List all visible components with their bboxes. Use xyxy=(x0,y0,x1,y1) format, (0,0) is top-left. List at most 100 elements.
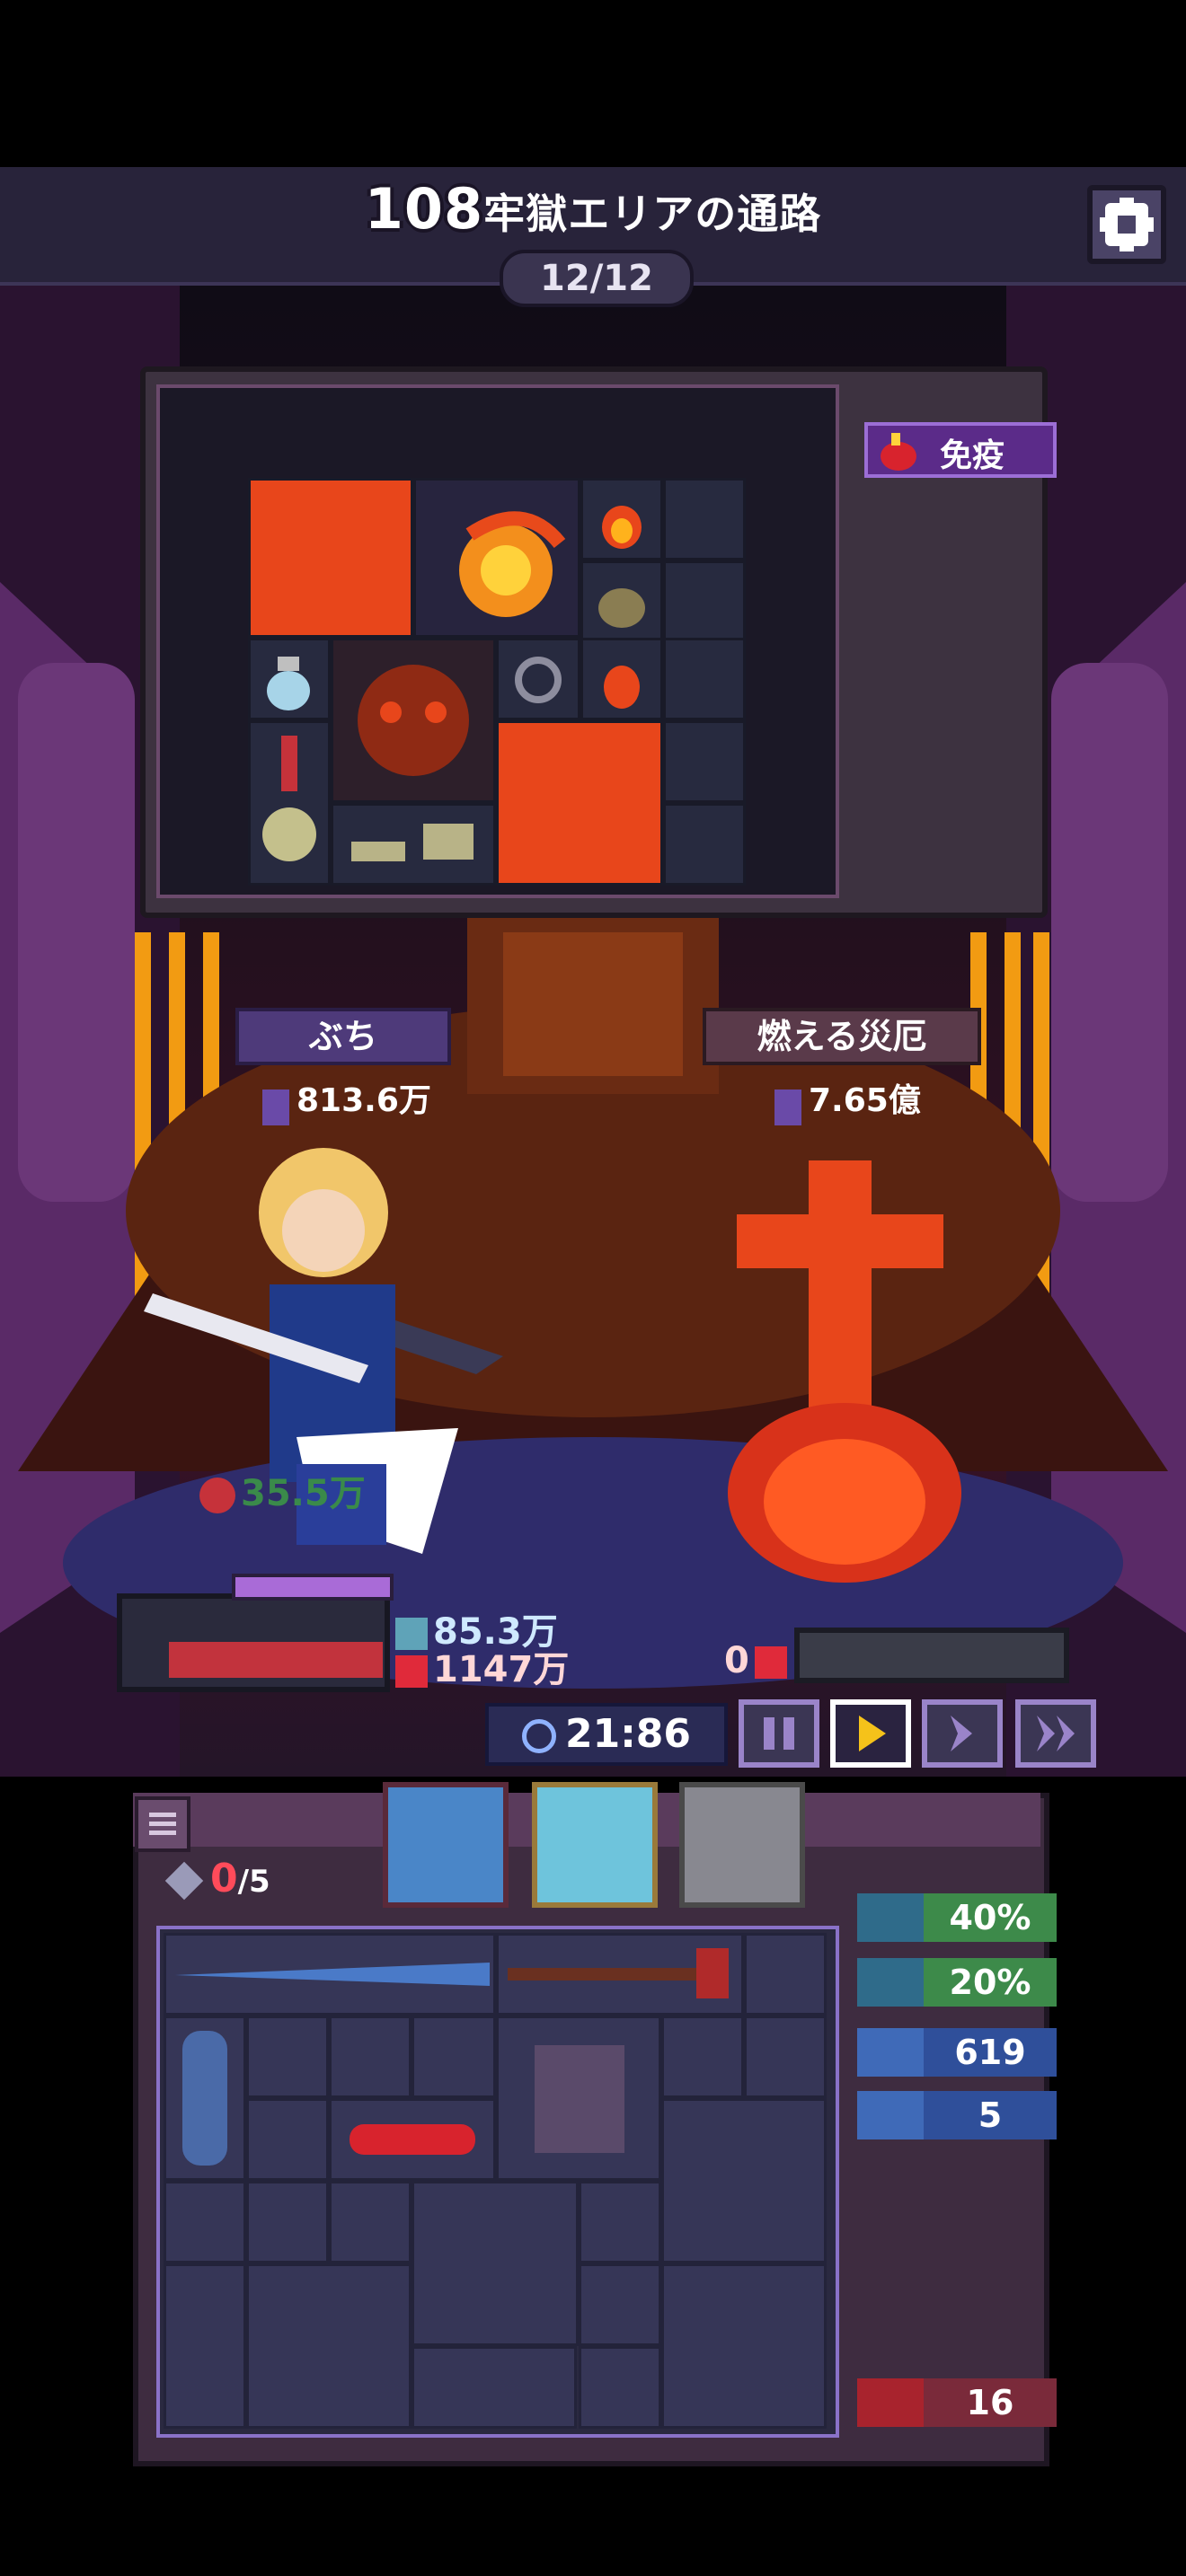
shield-item[interactable] xyxy=(164,2016,246,2181)
potion-item[interactable] xyxy=(248,638,331,720)
ring-item[interactable] xyxy=(496,638,580,720)
fire-rune-item[interactable] xyxy=(496,720,663,886)
burn-value: 16 xyxy=(966,2383,1014,2422)
flame-item-small[interactable] xyxy=(580,638,663,720)
fireball-icon xyxy=(459,511,566,617)
player-shield-bar xyxy=(232,1574,394,1601)
slot-counter: 0/5 xyxy=(164,1856,270,1901)
bone-icon xyxy=(351,824,474,861)
gem-icon xyxy=(164,1861,204,1901)
fast-forward-button[interactable] xyxy=(922,1699,1003,1768)
goblin-item[interactable] xyxy=(246,2098,329,2181)
burn-stat: 16 xyxy=(857,2378,1057,2427)
enemy-power-value: 7.65億 xyxy=(809,1082,921,1119)
red-vial-item[interactable] xyxy=(329,2098,496,2181)
magic-orb-item[interactable] xyxy=(246,2181,329,2263)
spear-icon xyxy=(175,1963,490,1986)
player-nameplate: ぶち xyxy=(235,1008,451,1065)
attack-speed-stat: 40% xyxy=(857,1893,1057,1942)
empty-slot[interactable] xyxy=(663,720,746,803)
settings-button[interactable] xyxy=(1087,185,1166,264)
poison-skull-icon xyxy=(199,1478,235,1513)
immune-status-badge: 免疫 xyxy=(864,422,1057,478)
claw-item[interactable] xyxy=(579,2346,661,2429)
empty-slot[interactable] xyxy=(663,638,746,720)
menu-button[interactable] xyxy=(135,1796,190,1852)
gauntlet-item[interactable] xyxy=(412,2016,496,2098)
skull-medal-icon xyxy=(262,736,316,861)
double-fast-forward-icon xyxy=(1037,1716,1075,1751)
enemy-hp-value: 0 xyxy=(724,1640,749,1681)
pause-button[interactable] xyxy=(739,1699,819,1768)
axe-item[interactable] xyxy=(496,1933,744,2016)
helmet-item[interactable] xyxy=(412,2346,577,2429)
vampire-icon xyxy=(857,2091,924,2139)
crit-chance-value: 20% xyxy=(949,1963,1031,2002)
flame-item-small[interactable] xyxy=(580,478,663,560)
area-title: 108牢獄エリアの通路 xyxy=(0,176,1186,242)
list-icon xyxy=(149,1813,176,1835)
ingot-item[interactable] xyxy=(579,2263,661,2346)
player-power: 813.6万 xyxy=(262,1074,431,1125)
round-shield-item[interactable] xyxy=(164,2181,246,2263)
companion-portrait-blue-girl[interactable] xyxy=(383,1782,509,1908)
player-hp-value: 1147万 xyxy=(433,1649,570,1690)
companion-portrait-ice-slime[interactable] xyxy=(532,1782,658,1908)
heart-icon xyxy=(754,1646,787,1679)
potion-item[interactable] xyxy=(329,2181,412,2263)
golden-statue-item[interactable] xyxy=(164,2263,246,2429)
poison-flask-icon xyxy=(881,433,916,471)
red-potion-item[interactable] xyxy=(661,2016,744,2098)
armor-item[interactable] xyxy=(246,2263,412,2429)
ice-spear-item[interactable] xyxy=(164,1933,496,2016)
vial-icon xyxy=(350,2124,475,2155)
demon-mask-icon xyxy=(358,665,469,776)
armor-item[interactable] xyxy=(661,2263,827,2429)
slot-max-value: /5 xyxy=(237,1864,270,1900)
goblin-item[interactable] xyxy=(246,2016,329,2098)
play-button[interactable] xyxy=(830,1699,911,1768)
player-hp-stat: 1147万 xyxy=(395,1640,569,1692)
ingot-item[interactable] xyxy=(579,2181,661,2263)
ring-icon xyxy=(515,657,562,703)
empty-slot[interactable] xyxy=(663,560,746,643)
bone-item[interactable] xyxy=(331,803,496,886)
companion-portrait-locked[interactable] xyxy=(679,1782,805,1908)
defense-stat: 619 xyxy=(857,2028,1057,2077)
empty-slot[interactable] xyxy=(663,803,746,886)
magic-orb-item[interactable] xyxy=(744,1933,827,2016)
potion-icon xyxy=(267,657,310,710)
flame-icon xyxy=(602,506,642,549)
armor-item[interactable] xyxy=(661,2098,827,2263)
poison-damage-popup: 35.5万 xyxy=(199,1464,366,1516)
burn-flask-icon xyxy=(857,2378,924,2427)
demon-mask-item[interactable] xyxy=(331,638,496,803)
boot-item[interactable] xyxy=(744,2016,827,2098)
gauntlet-item[interactable] xyxy=(329,2016,412,2098)
shield-icon xyxy=(182,2031,227,2166)
enemy-nameplate: 燃える災厄 xyxy=(703,1008,981,1065)
fast-forward-icon xyxy=(951,1716,972,1751)
player-hp-bar xyxy=(169,1642,383,1678)
enemy-hp-bar xyxy=(794,1628,1069,1683)
fireball-item[interactable] xyxy=(413,478,580,638)
crit-chance-icon xyxy=(857,1958,924,2007)
armor-item[interactable] xyxy=(412,2181,579,2346)
lifesteal-stat: 5 xyxy=(857,2091,1057,2139)
enemy-power: 7.65億 xyxy=(774,1074,921,1125)
armor-item[interactable] xyxy=(496,2016,661,2181)
fire-rune-item[interactable] xyxy=(248,478,413,638)
battle-timer: 21:86 xyxy=(485,1703,728,1766)
empty-slot[interactable] xyxy=(663,478,746,560)
flame-icon xyxy=(604,666,640,709)
play-icon xyxy=(859,1716,886,1751)
gear-icon xyxy=(1100,198,1154,251)
pouch-item[interactable] xyxy=(580,560,663,643)
double-fast-forward-button[interactable] xyxy=(1015,1699,1096,1768)
clock-icon xyxy=(521,1719,556,1753)
burning-calamity-enemy[interactable] xyxy=(710,1151,979,1583)
skull-medal-item[interactable] xyxy=(248,720,331,886)
sword-icon xyxy=(262,1089,289,1125)
lifesteal-value: 5 xyxy=(978,2095,1003,2135)
player-power-value: 813.6万 xyxy=(296,1082,431,1119)
